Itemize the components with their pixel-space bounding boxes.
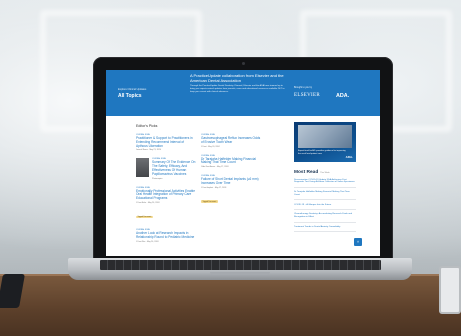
most-read-heading: Most Read This Week <box>294 170 356 175</box>
item-title-link[interactable]: Practitioner & Support to Practitioners … <box>136 136 196 148</box>
elsevier-logo[interactable]: ELSEVIER <box>294 93 320 98</box>
item-title-link[interactable]: Another Look at Research Impacts in Rela… <box>136 231 196 240</box>
item-meta: J Am Dent Assoc · May 17, 2024 <box>201 166 229 169</box>
most-read-link[interactable]: Dissemination COVID-19 Update FDA Author… <box>294 179 356 185</box>
ad-photo <box>298 125 352 148</box>
most-read-link[interactable]: Treatment Trends in Dental Anxiety Comor… <box>294 226 356 229</box>
item-meta: Journal Name · May 21, 2024 <box>136 149 161 152</box>
featured-item[interactable]: Journal Scan Summary Of The Evidence On … <box>136 158 196 180</box>
breadcrumb[interactable]: Explore Clinical Updates <box>118 88 146 91</box>
sponsor-label: Brought to you by <box>294 87 313 89</box>
list-item[interactable]: Journal Scan Failure of Short Dental Imp… <box>201 175 261 207</box>
laptop-lid: Explore Clinical Updates All Topics A Pr… <box>93 57 393 260</box>
webcam-icon <box>241 62 245 65</box>
item-tag-badge: Tagged Document <box>136 215 153 219</box>
item-title-link[interactable]: Summary Of The Evidence On The Safety, E… <box>152 160 196 176</box>
list-item[interactable]: Journal Scan Gastroesophageal Reflux Inc… <box>201 134 261 148</box>
list-item[interactable]: Treatment Trends in Dental Anxiety Comor… <box>294 226 356 233</box>
tablet <box>439 266 461 314</box>
hero-description: Through the PracticeUpdate Dental Dentis… <box>190 85 285 93</box>
laptop-opening-notch <box>210 272 270 275</box>
laptop-screen: Explore Clinical Updates All Topics A Pr… <box>106 70 380 256</box>
item-meta: J Dent Res · May 20, 2024 <box>136 240 159 243</box>
most-read-link[interactable]: Chemotherapy Dentistry: Accumulating Res… <box>294 213 356 219</box>
list-item[interactable]: Journal Scan Emotionally Professional Ac… <box>136 187 196 222</box>
item-title-link[interactable]: Emotionally Professional Activities Enab… <box>136 189 196 201</box>
most-read-subtitle: This Week <box>320 172 330 174</box>
item-title-link[interactable]: Failure of Short Dental Implants (≤6 mm)… <box>201 177 261 186</box>
laptop-keyboard <box>100 260 381 270</box>
page-title: All Topics <box>118 93 142 99</box>
most-read-link[interactable]: Dr Tarajaha Haffelder Making Financial M… <box>294 191 356 197</box>
editors-picks-left-column: Journal Scan Practitioner & Support to P… <box>136 134 196 250</box>
article-thumbnail[interactable] <box>136 158 149 178</box>
ad-logo: ADA. <box>345 155 353 159</box>
most-read-title: Most Read <box>294 170 319 175</box>
hero-headline: A PracticeUpdate collaboration from Else… <box>190 73 284 83</box>
list-item[interactable]: Dissemination COVID-19 Update FDA Author… <box>294 179 356 188</box>
wooden-table <box>0 274 461 336</box>
list-item[interactable]: Journal Scan Practitioner & Support to P… <box>136 134 196 151</box>
hero-banner: Explore Clinical Updates All Topics A Pr… <box>106 70 380 116</box>
editors-picks-middle-column: Journal Scan Gastroesophageal Reflux Inc… <box>201 134 261 214</box>
item-title-link[interactable]: Dr Tarajaha Haffelder Making Financial M… <box>201 157 261 166</box>
editors-picks-heading: Editor's Picks <box>136 124 158 128</box>
item-meta: J Dent Implant · May 17, 2024 <box>201 186 227 189</box>
most-read-link[interactable]: COVID-19 – A Glimpse Into the Future <box>294 204 356 207</box>
item-meta: J Dent Educ · May 20, 2024 <box>136 201 160 204</box>
most-read-panel: Most Read This Week Dissemination COVID-1… <box>294 170 356 233</box>
list-item[interactable]: Dr Tarajaha Haffelder Making Financial M… <box>294 191 356 201</box>
ad-text: Expert-level bioMD provides guidance for… <box>298 150 346 155</box>
scroll-to-top-button[interactable]: ˄ <box>354 238 362 246</box>
item-title-link[interactable]: Gastroesophageal Reflux Increases Odds o… <box>201 136 261 145</box>
list-item[interactable]: Journal Scan Another Look at Research Im… <box>136 229 196 243</box>
list-item[interactable]: Journal Scan Dr Tarajaha Haffelder Makin… <box>201 155 261 169</box>
ada-logo[interactable]: ADA. <box>336 93 349 99</box>
item-meta: Photocopies <box>152 177 163 180</box>
advertisement-banner[interactable]: Expert-level bioMD provides guidance for… <box>294 122 356 162</box>
list-item[interactable]: COVID-19 – A Glimpse Into the Future <box>294 204 356 210</box>
list-item[interactable]: Chemotherapy Dentistry: Accumulating Res… <box>294 213 356 223</box>
item-tag-badge: Tagged Document <box>201 200 218 204</box>
item-meta: J Dent · May 20, 2024 <box>201 145 220 148</box>
